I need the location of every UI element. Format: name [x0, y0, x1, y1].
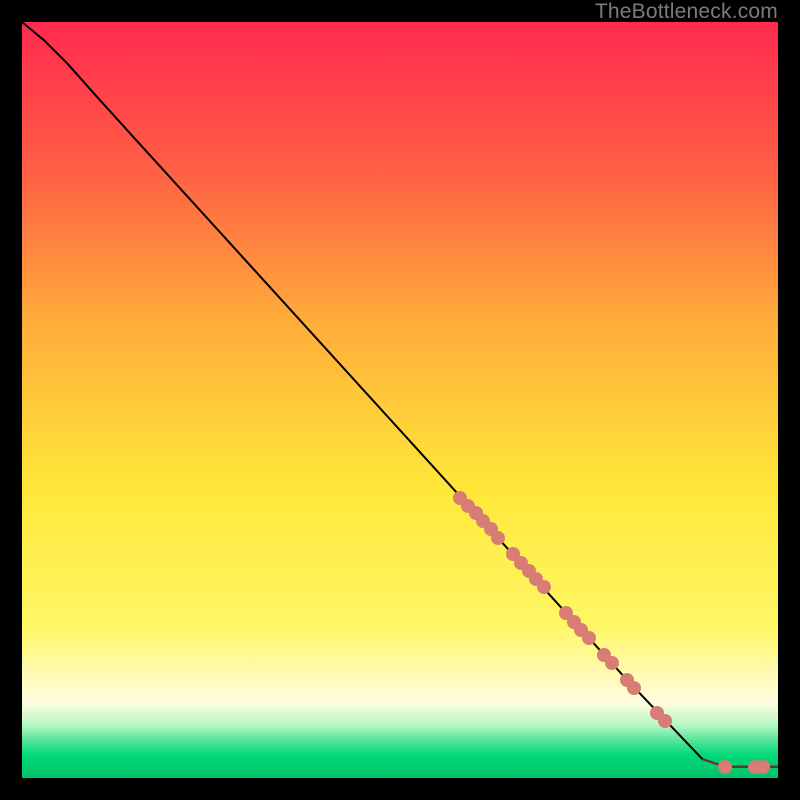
data-point: [756, 760, 770, 774]
watermark-text: TheBottleneck.com: [595, 0, 778, 24]
chart-container: [22, 22, 778, 778]
data-point: [537, 580, 551, 594]
data-point: [718, 760, 732, 774]
data-point: [658, 714, 672, 728]
chart-background: [22, 22, 778, 778]
data-point: [491, 531, 505, 545]
data-point: [627, 681, 641, 695]
data-point: [582, 631, 596, 645]
data-point: [605, 656, 619, 670]
